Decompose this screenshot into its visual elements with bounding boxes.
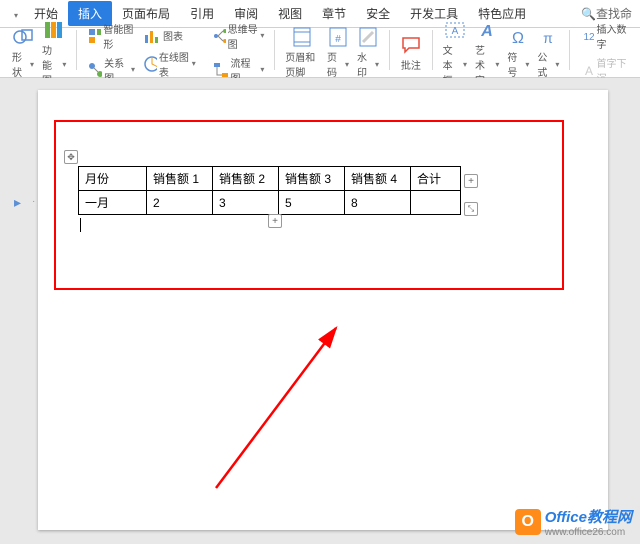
brand-watermark: O Office教程网 www.office26.com — [515, 506, 632, 538]
dropcap-icon: A — [580, 61, 594, 79]
formula-icon: π — [537, 26, 559, 48]
header-footer-button[interactable]: 页眉和页脚 — [281, 24, 323, 81]
header-footer-label: 页眉和页脚 — [285, 49, 319, 79]
table-move-handle[interactable]: ✥ — [64, 150, 78, 164]
add-column-handle[interactable]: + — [464, 174, 478, 188]
cell-header[interactable]: 销售额 2 — [213, 167, 279, 191]
cell-header[interactable]: 销售额 1 — [147, 167, 213, 191]
gallery-icon — [43, 19, 65, 41]
cell[interactable]: 3 — [213, 191, 279, 215]
smartart-button[interactable]: 智能图形 — [83, 19, 139, 53]
comment-button[interactable]: 批注 — [396, 32, 426, 74]
nav-pane-icon[interactable]: ▸ — [14, 194, 21, 211]
online-chart-icon — [143, 55, 157, 73]
table-row: 一月 2 3 5 8 — [79, 191, 461, 215]
tab-security[interactable]: 安全 — [356, 1, 400, 26]
watermark-label: 水印 — [357, 49, 374, 79]
mindmap-button[interactable]: 思维导图▾ — [208, 19, 269, 53]
nav-dash: · — [32, 196, 35, 207]
comment-label: 批注 — [401, 57, 421, 72]
textbox-icon: A — [444, 19, 466, 41]
flowchart-icon — [212, 61, 229, 79]
online-chart-label: 在线图表 — [159, 49, 190, 79]
mindmap-label: 思维导图 — [228, 21, 259, 51]
brand-logo: O — [515, 509, 541, 535]
table-row: 月份 销售额 1 销售额 2 销售额 3 销售额 4 合计 — [79, 167, 461, 191]
smartart-icon — [87, 27, 101, 45]
cell[interactable]: 2 — [147, 191, 213, 215]
cell-header[interactable]: 销售额 3 — [279, 167, 345, 191]
svg-text:π: π — [544, 30, 554, 46]
mindmap-icon — [212, 27, 226, 45]
formula-label: 公式 — [537, 49, 554, 79]
tab-view[interactable]: 视图 — [268, 1, 312, 26]
chart-button[interactable]: 图表 — [139, 25, 200, 47]
cell[interactable]: 一月 — [79, 191, 147, 215]
cell-header[interactable]: 销售额 4 — [345, 167, 411, 191]
formula-button[interactable]: π 公式▾ — [533, 24, 563, 81]
text-cursor — [80, 218, 81, 232]
tab-dropdown[interactable]: ▾ — [8, 3, 24, 25]
table-resize-handle[interactable]: ⤡ — [464, 202, 478, 216]
svg-text:Ω: Ω — [512, 30, 524, 47]
cell[interactable]: 8 — [345, 191, 411, 215]
symbol-icon: Ω — [507, 26, 529, 48]
chart-icon — [143, 27, 161, 45]
insert-number-label: 插入数字 — [596, 21, 628, 51]
smartart-label: 智能图形 — [103, 21, 135, 51]
symbol-label: 符号 — [507, 49, 524, 79]
insert-number-icon: 12 — [580, 27, 594, 45]
tab-sections[interactable]: 章节 — [312, 1, 356, 26]
svg-text:#: # — [335, 34, 341, 45]
watermark-icon — [357, 26, 379, 48]
svg-text:A: A — [585, 64, 593, 78]
symbol-button[interactable]: Ω 符号▾ — [503, 24, 533, 81]
shape-label: 形状 — [12, 49, 29, 79]
chart-label: 图表 — [163, 28, 183, 43]
shape-button[interactable]: 形状▾ — [8, 24, 38, 81]
watermark-button[interactable]: 水印▾ — [353, 24, 383, 81]
header-footer-icon — [291, 26, 313, 48]
wordart-icon: A — [476, 19, 498, 41]
comment-icon — [400, 34, 422, 56]
svg-text:A: A — [452, 26, 459, 37]
page-number-label: 页码 — [327, 49, 344, 79]
online-chart-button[interactable]: 在线图表▾ — [139, 47, 200, 81]
svg-text:A: A — [480, 23, 493, 40]
data-table[interactable]: 月份 销售额 1 销售额 2 销售额 3 销售额 4 合计 一月 2 3 5 8 — [78, 166, 461, 215]
document-page[interactable]: ✥ 月份 销售额 1 销售额 2 销售额 3 销售额 4 合计 一月 2 3 5… — [38, 90, 608, 530]
svg-text:12: 12 — [584, 32, 595, 43]
cell[interactable] — [411, 191, 461, 215]
brand-title: Office教程网 — [545, 506, 632, 527]
annotation-arrow — [206, 318, 356, 498]
ribbon: 形状▾ 功能图▾ 智能图形 关系图▾ 图表 在线图表▾ — [0, 28, 640, 78]
shape-icon — [12, 26, 34, 48]
add-row-handle[interactable]: + — [268, 214, 282, 228]
brand-url: www.office26.com — [545, 527, 632, 538]
table-wrapper: 月份 销售额 1 销售额 2 销售额 3 销售额 4 合计 一月 2 3 5 8 — [78, 166, 461, 215]
insert-number-button[interactable]: 12 插入数字 — [576, 19, 632, 53]
cell[interactable]: 5 — [279, 191, 345, 215]
relation-icon — [87, 61, 102, 79]
cell-header[interactable]: 合计 — [411, 167, 461, 191]
document-area: ▸ · ✥ 月份 销售额 1 销售额 2 销售额 3 销售额 4 合计 一月 2… — [0, 78, 640, 544]
page-number-button[interactable]: # 页码▾ — [323, 24, 353, 81]
cell-header[interactable]: 月份 — [79, 167, 147, 191]
page-number-icon: # — [327, 26, 349, 48]
